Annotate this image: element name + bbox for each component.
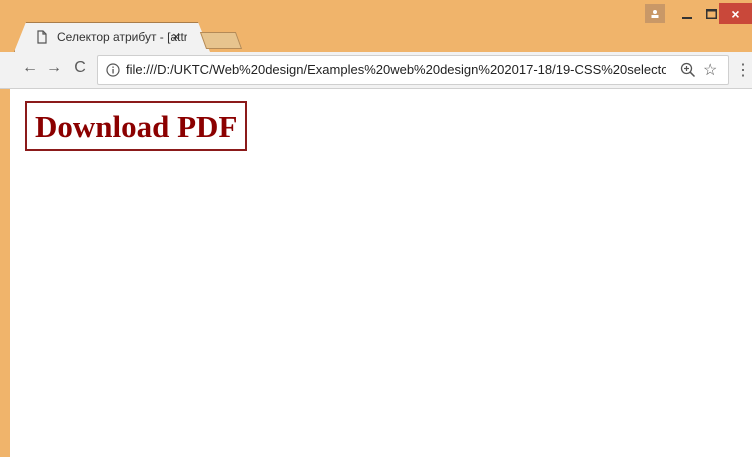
menu-icon[interactable]: ⋮ <box>735 60 751 80</box>
bookmark-star-icon[interactable]: ☆ <box>703 60 717 80</box>
close-window-icon[interactable]: × <box>719 3 752 24</box>
tab-close-icon[interactable]: × <box>169 29 183 44</box>
url-text[interactable]: file:///D:/UKTC/Web%20design/Examples%20… <box>126 62 666 77</box>
zoom-icon[interactable] <box>680 62 696 78</box>
minimize-icon[interactable] <box>676 4 698 24</box>
info-icon[interactable] <box>106 63 120 77</box>
back-icon[interactable]: ← <box>20 59 40 77</box>
tab-content: Селектор атрибут - [attr <box>35 22 187 52</box>
new-tab-button[interactable] <box>199 32 243 49</box>
user-profile-icon[interactable] <box>645 4 665 23</box>
reload-icon[interactable]: C <box>70 59 90 77</box>
address-bar[interactable]: file:///D:/UKTC/Web%20design/Examples%20… <box>97 55 729 85</box>
browser-toolbar: ← → C file:///D:/UKTC/Web%20design/Examp… <box>0 52 752 89</box>
page-content: Download PDF <box>10 89 752 457</box>
title-bar: Селектор атрибут - [attr × × <box>0 0 752 52</box>
tab-title: Селектор атрибут - [attr <box>57 30 187 44</box>
forward-icon[interactable]: → <box>44 59 64 77</box>
download-pdf-link[interactable]: Download PDF <box>25 101 248 151</box>
page-icon <box>37 30 47 44</box>
